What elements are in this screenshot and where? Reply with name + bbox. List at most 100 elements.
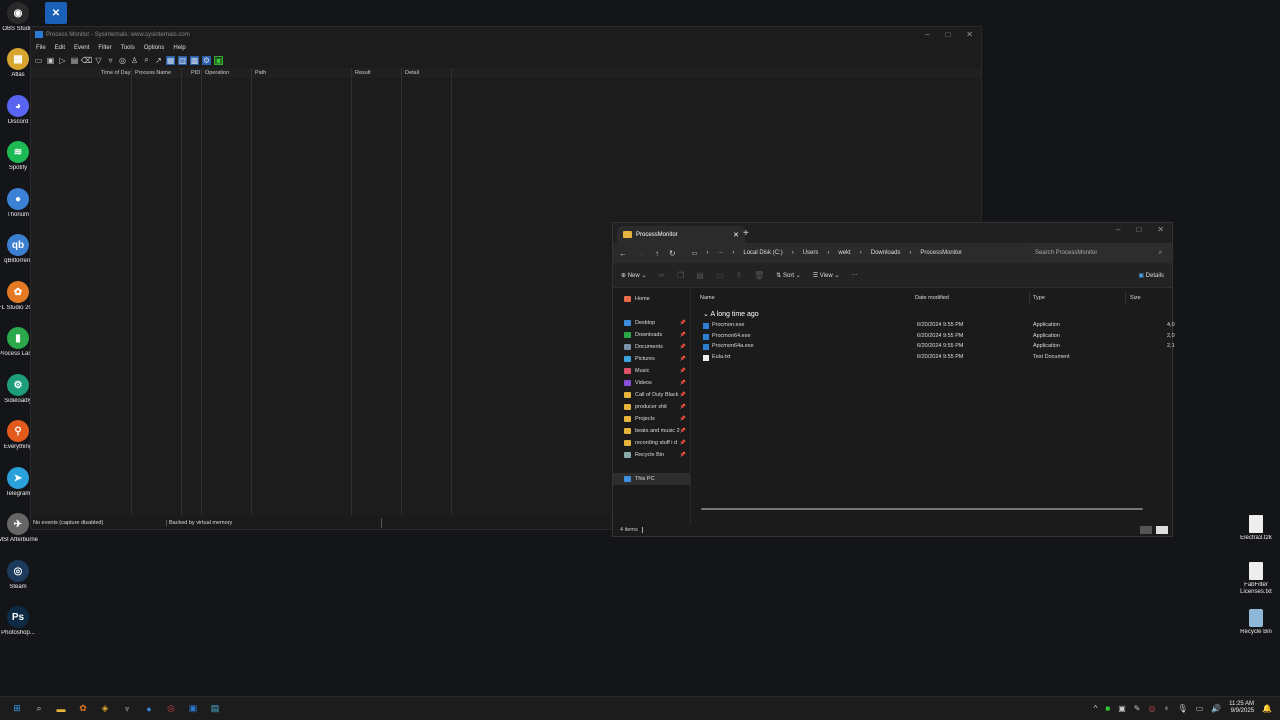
desktop-icon-fabfilter[interactable]: FabFilter Licenses.txt [1236, 562, 1276, 596]
close-icon[interactable]: ✕ [1157, 225, 1164, 234]
details-view-toggle[interactable] [1140, 526, 1152, 534]
open-icon[interactable]: ▭ [34, 56, 43, 65]
cut-icon[interactable]: ✂ [658, 271, 665, 280]
app-icon[interactable]: ◈ [98, 702, 112, 716]
autoscroll-icon[interactable]: ▤ [70, 56, 79, 65]
search-input[interactable]: Search ProcessMonitor ⌕ [1031, 246, 1166, 260]
desktop-icon-electra[interactable]: Electra3.t2k [1236, 515, 1276, 542]
capture-icon[interactable]: ▷ [58, 56, 67, 65]
process-activity-icon[interactable]: ⚙ [202, 55, 211, 65]
sidebar-item[interactable]: Videos 📌 [613, 377, 690, 389]
breadcrumb-processmonitor[interactable]: ProcessMonitor [920, 250, 962, 256]
new-button[interactable]: ⊕ New ⌄ [621, 272, 646, 279]
sidebar-item-home[interactable]: Home [613, 293, 690, 305]
desktop-icon-recycle-bin[interactable]: Recycle Bin [1236, 609, 1276, 636]
breadcrumb-wekt[interactable]: wekt [838, 250, 850, 256]
jump-icon[interactable]: ↗ [154, 56, 163, 65]
network-icon[interactable]: ▩ [190, 55, 199, 65]
sidebar-item[interactable]: Recycle Bin 📌 [613, 449, 690, 461]
sidebar-item[interactable]: Pictures 📌 [613, 353, 690, 365]
col-pid[interactable]: PID [191, 70, 200, 76]
view-button[interactable]: ☰ View ⌄ [813, 272, 840, 279]
col-result[interactable]: Result [355, 70, 371, 76]
explorer-tab[interactable]: ProcessMonitor ✕ [617, 226, 745, 243]
microphone-icon[interactable]: 🎙 [1177, 704, 1187, 713]
col-path[interactable]: Path [255, 70, 266, 76]
process-monitor-icon[interactable]: ▣ [186, 702, 200, 716]
menu-item[interactable]: Tools [121, 45, 135, 51]
filesystem-icon[interactable]: ▥ [178, 55, 187, 65]
rename-icon[interactable]: ▭ [716, 271, 724, 280]
sidebar-item[interactable]: beats and music 2 📌 [613, 425, 690, 437]
col-size[interactable]: Size [1130, 295, 1141, 301]
breadcrumb-local-disk[interactable]: Local Disk (C:) [743, 250, 782, 256]
thorium-icon[interactable]: ● [142, 702, 156, 716]
notification-bell-icon[interactable]: 🔔 [1262, 704, 1272, 713]
registry-icon[interactable]: ▦ [166, 55, 175, 65]
volume-icon[interactable]: 🔊 [1211, 704, 1221, 713]
process-lasso-icon[interactable]: ◎ [164, 702, 178, 716]
col-name[interactable]: Name [700, 295, 715, 301]
tray-app-icon[interactable]: ■ [1105, 704, 1110, 713]
refresh-icon[interactable]: ↻ [669, 249, 676, 258]
network-icon[interactable]: ▭ [1196, 704, 1204, 713]
tray-app-icon[interactable]: ◎ [1148, 704, 1155, 713]
breadcrumb-downloads[interactable]: Downloads [871, 250, 901, 256]
new-tab-icon[interactable]: + [743, 228, 749, 239]
up-icon[interactable]: ↑ [655, 249, 659, 258]
clock[interactable]: 11:25 AM 9/9/2025 [1229, 701, 1254, 715]
procmon-title-bar[interactable]: Process Monitor - Sysinternals: www.sysi… [31, 27, 981, 42]
menu-item[interactable]: Edit [55, 45, 65, 51]
menu-item[interactable]: Options [144, 45, 165, 51]
menu-item[interactable]: File [36, 45, 46, 51]
tray-app-icon[interactable]: ♆ [1163, 704, 1169, 713]
find-icon[interactable]: ⌕ [142, 55, 151, 65]
file-explorer-window[interactable]: ProcessMonitor ✕ + – □ ✕ ← → ↑ ↻ ▭ › ···… [612, 222, 1175, 537]
maximize-icon[interactable]: □ [1136, 225, 1141, 234]
col-detail[interactable]: Detail [405, 70, 419, 76]
more-options-icon[interactable]: ··· [851, 272, 857, 278]
process-tree-icon[interactable]: ♙ [130, 56, 139, 65]
sidebar-item-this-pc[interactable]: This PC [613, 473, 690, 485]
save-icon[interactable]: ▣ [46, 56, 55, 65]
file-row[interactable]: Procmon64.exe 6/20/2024 9:55 PM Applicatio… [693, 332, 1175, 342]
target-icon[interactable]: ◎ [118, 56, 127, 65]
tiles-view-toggle[interactable] [1156, 526, 1168, 534]
sidebar-item[interactable]: producer shit 📌 [613, 401, 690, 413]
share-icon[interactable]: ⇪ [735, 271, 742, 280]
delete-icon[interactable]: 🗑 [754, 271, 764, 280]
menu-item[interactable]: Event [74, 45, 89, 51]
col-process-name[interactable]: Process Name [135, 70, 171, 76]
sidebar-item[interactable]: Documents 📌 [613, 341, 690, 353]
group-header[interactable]: ⌄ A long time ago [703, 310, 759, 318]
desktop-icon[interactable]: Ps Photoshop... [0, 606, 38, 637]
address-bar[interactable]: ▭ › ··· › Local Disk (C:) › Users › wekt… [685, 246, 1006, 260]
app-icon[interactable]: ♆ [120, 702, 134, 716]
col-type[interactable]: Type [1033, 295, 1045, 301]
tray-app-icon[interactable]: ✎ [1134, 704, 1141, 713]
sidebar-item[interactable]: Desktop 📌 [613, 317, 690, 329]
sidebar-item[interactable]: Projects 📌 [613, 413, 690, 425]
start-icon[interactable]: ⊞ [10, 702, 24, 716]
highlight-icon[interactable]: ▿ [106, 56, 115, 65]
file-explorer-icon[interactable]: ▬ [54, 702, 68, 716]
forward-icon[interactable]: → [637, 249, 645, 258]
menu-item[interactable]: Help [173, 45, 185, 51]
horizontal-scrollbar[interactable] [701, 508, 1143, 510]
sidebar-item[interactable]: Downloads 📌 [613, 329, 690, 341]
file-row[interactable]: Eula.txt 6/20/2024 9:55 PM Text Document [693, 353, 1172, 363]
back-icon[interactable]: ← [619, 249, 627, 258]
more-locations-icon[interactable]: ··· [717, 250, 723, 256]
details-button[interactable]: ▣ Details [1138, 272, 1164, 279]
minimize-icon[interactable]: – [1116, 225, 1120, 234]
notepad-icon[interactable]: ▤ [208, 702, 222, 716]
minimize-icon[interactable]: – [925, 30, 929, 39]
file-row[interactable]: Procmon64a.exe 6/20/2024 9:55 PM Applicati… [693, 342, 1175, 352]
desktop-icon[interactable]: ◎ Steam [0, 560, 38, 591]
col-operation[interactable]: Operation [205, 70, 229, 76]
tray-app-icon[interactable]: ▣ [1118, 704, 1126, 713]
paste-icon[interactable]: ▤ [696, 271, 704, 280]
filter-icon[interactable]: ▽ [94, 56, 103, 65]
sort-button[interactable]: ⇅ Sort ⌄ [776, 272, 800, 279]
copy-icon[interactable]: ❐ [677, 271, 684, 280]
